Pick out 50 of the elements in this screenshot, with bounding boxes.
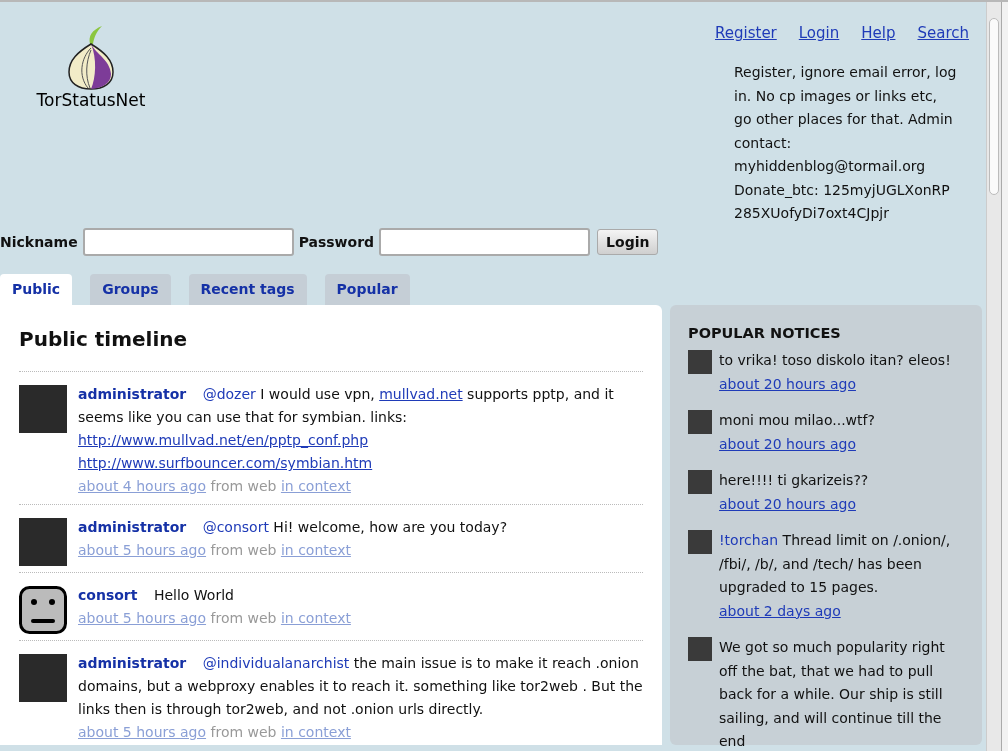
scrollbar[interactable]: [986, 2, 1001, 751]
nav-link[interactable]: Search: [917, 24, 969, 42]
nickname-field[interactable]: [82, 228, 294, 256]
source-text: from web: [210, 478, 277, 494]
time-link[interactable]: about 20 hours ago: [719, 372, 856, 396]
time-link[interactable]: about 2 days ago: [719, 599, 841, 623]
face-icon: [19, 586, 67, 634]
source-text: from web: [210, 542, 277, 558]
time-link[interactable]: about 20 hours ago: [719, 492, 856, 516]
time-link[interactable]: about 20 hours ago: [719, 432, 856, 456]
nav-link[interactable]: Help: [861, 24, 896, 42]
password-label: Password: [298, 234, 375, 250]
notice-text: administrator @dozer I would use vpn, mullvad.net supports pptp, and it seems like you can use that for symbian. links: http://www.mullvad.net/en/pptp_conf.php http://www.surfbouncer.com/symbian.htm: [78, 385, 615, 473]
notice-link[interactable]: http://www.surfbouncer.com/symbian.htm: [78, 455, 373, 471]
notice-text: consort Hello World: [78, 586, 235, 605]
nav-link[interactable]: Register: [715, 24, 777, 42]
notice-text: We got so much popularity right off the bat, that we had to pull back for a while. Our ship is still sailing, and will continue till the end: [719, 638, 946, 751]
password-field[interactable]: [379, 228, 591, 256]
timeline-title: Public timeline: [19, 327, 189, 351]
source-text: from web: [210, 610, 277, 626]
source-text: from web: [210, 724, 277, 740]
onion-icon: [66, 26, 116, 90]
photo-placeholder: [688, 637, 712, 661]
photo-placeholder: [688, 530, 712, 554]
photo-placeholder: [688, 410, 712, 434]
nav-link[interactable]: Login: [798, 24, 840, 42]
login-button[interactable]: Login: [597, 229, 659, 255]
notice-text: !torchan Thread limit on /.onion/, /fbi/, /b/, and /tech/ has been upgraded to 15 pages.: [719, 531, 952, 597]
notice-link[interactable]: mullvad.net: [379, 386, 463, 402]
tab[interactable]: Recent tags: [188, 274, 307, 305]
tab[interactable]: Popular: [324, 274, 410, 305]
notice-text: to vrika! toso diskolo itan? eleos!: [719, 351, 951, 370]
section-title: POPULAR NOTICES: [688, 325, 842, 341]
site-notice-text: Donate_btc: 125myjUGLXonRP285XUofyDi7oxt4CJpjr: [734, 180, 951, 223]
nickname-label: Nickname: [0, 234, 78, 250]
logo-text: TorStatusNet: [36, 90, 146, 110]
tab[interactable]: Groups: [90, 274, 171, 305]
photo-placeholder: [19, 654, 67, 702]
photo-placeholder: [688, 350, 712, 374]
notice-text: moni mou milao...wtf?: [719, 411, 875, 430]
photo-placeholder: [19, 385, 67, 433]
notice-text: administrator @consort Hi! welcome, how are you today?: [78, 518, 508, 537]
tab[interactable]: Public: [0, 274, 73, 305]
notice-link[interactable]: http://www.mullvad.net/en/pptp_conf.php: [78, 432, 369, 448]
photo-placeholder: [688, 470, 712, 494]
notice-text: administrator @individualanarchist the main issue is to make it reach .onion domains, but a webproxy enables it to reach it. something like tor2web . But the links then is through tor2web, and not .onion urls directly.: [78, 654, 643, 719]
photo-placeholder: [19, 518, 67, 566]
site-notice-text: Register, ignore email error, log in. No cp images or links etc, go other places for that. Admin contact:: [734, 63, 958, 153]
notice-text: here!!!! ti gkarizeis??: [719, 471, 869, 490]
site-notice-text: myhiddenblog@tormail.org: [734, 157, 927, 176]
